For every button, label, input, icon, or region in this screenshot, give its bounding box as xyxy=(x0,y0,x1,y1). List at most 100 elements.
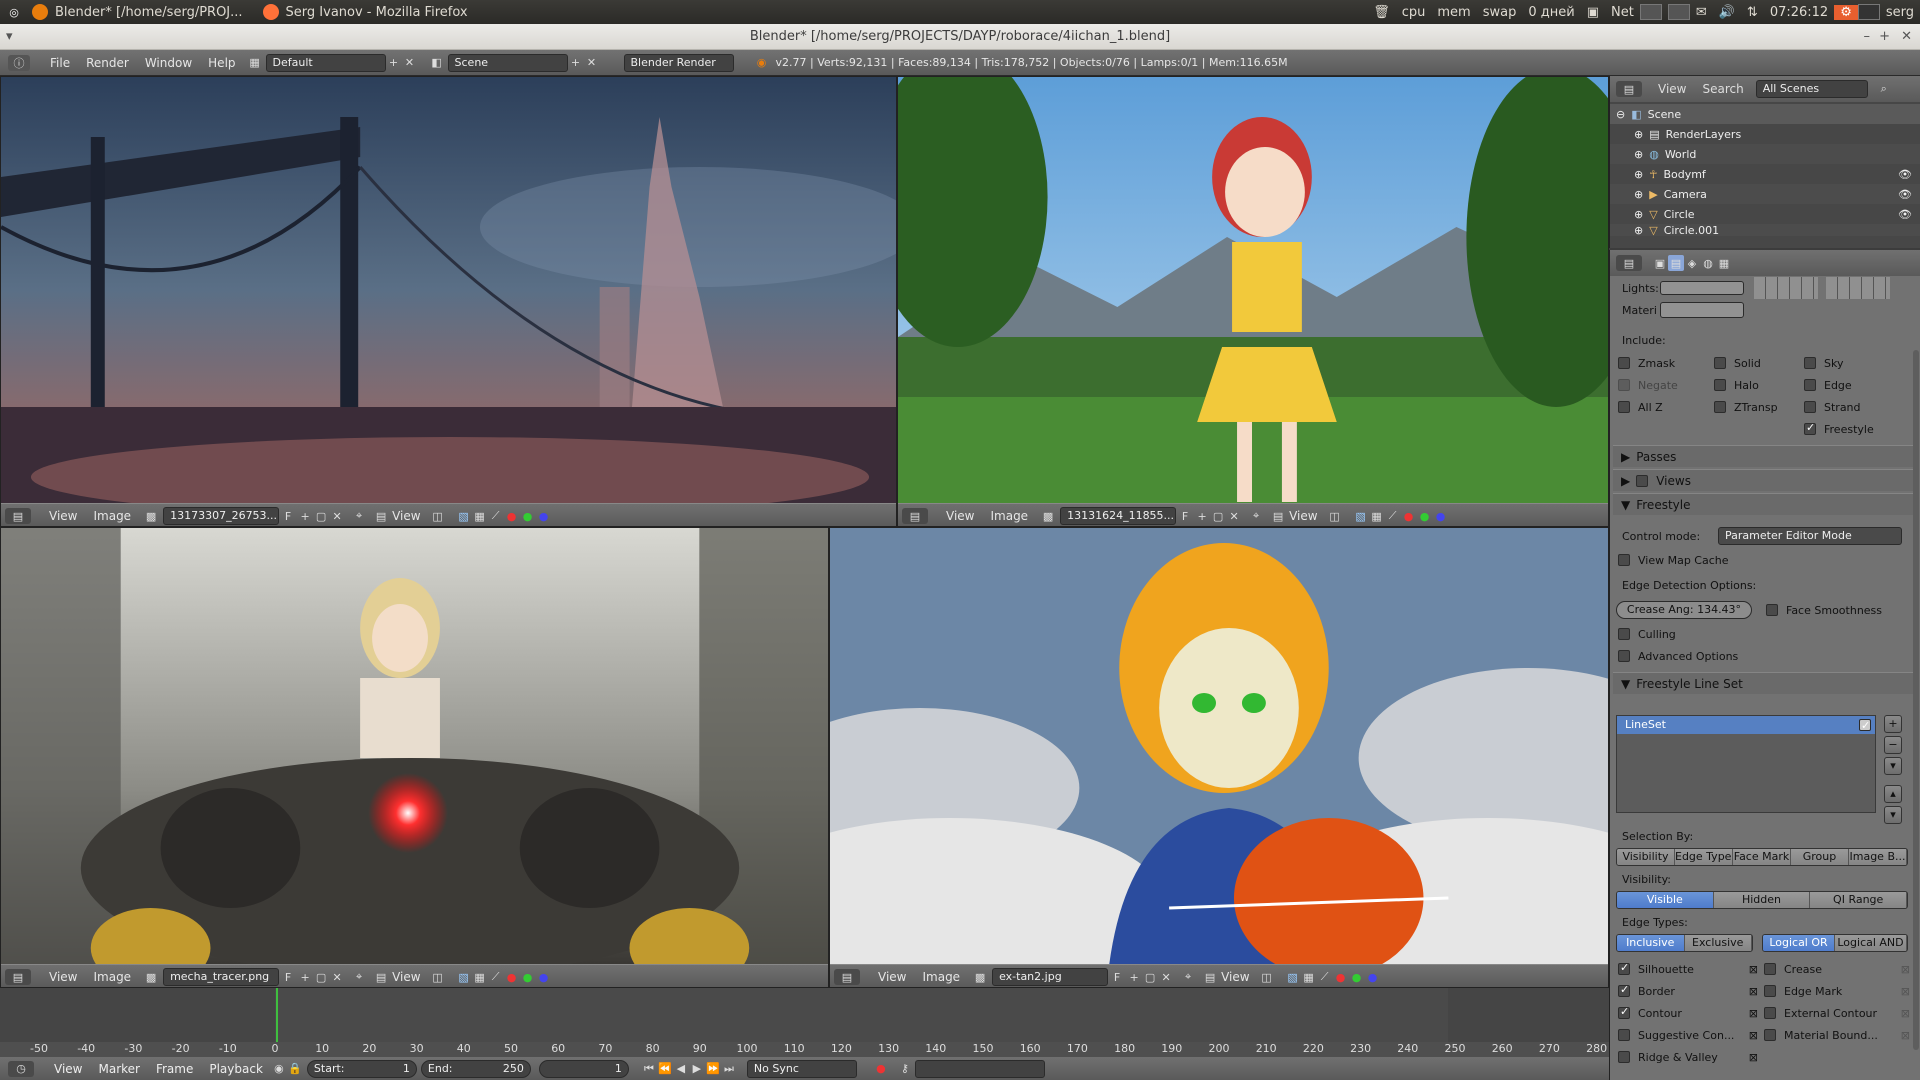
views-checkbox[interactable] xyxy=(1636,474,1649,487)
view-mode-icon[interactable]: ▤ xyxy=(1270,508,1286,524)
properties-editor-icon[interactable]: ▤ xyxy=(1616,255,1642,271)
checkbox[interactable] xyxy=(1764,1007,1776,1019)
jump-prev-key-icon[interactable]: ⏪ xyxy=(657,1061,673,1077)
checkbox[interactable] xyxy=(1618,1005,1630,1019)
menu-help[interactable]: Help xyxy=(200,56,243,70)
texture-tab-icon[interactable]: ▦ xyxy=(1716,255,1732,271)
checkbox[interactable] xyxy=(1618,1029,1630,1041)
checkbox[interactable] xyxy=(1618,650,1630,662)
checkbox[interactable] xyxy=(1618,983,1630,997)
lineset-item[interactable]: LineSet xyxy=(1617,716,1875,735)
editor-type-icon[interactable]: ▤ xyxy=(902,508,928,524)
checkbox[interactable] xyxy=(1804,421,1816,435)
keying-set-field[interactable] xyxy=(914,1059,1045,1078)
fake-user-toggle[interactable]: F xyxy=(279,969,297,985)
menu-window[interactable]: Window xyxy=(137,56,200,70)
checkbox[interactable] xyxy=(1764,963,1776,975)
scene-icon[interactable]: ◧ xyxy=(426,55,448,71)
red-channel-icon[interactable]: ● xyxy=(1333,969,1349,985)
image-open-icon[interactable]: ▢ xyxy=(313,969,329,985)
indicator-cpu[interactable]: cpu xyxy=(1396,5,1432,20)
lock-icon[interactable]: 🔒 xyxy=(287,1061,303,1077)
crease-angle-field[interactable]: Crease Ang: 134.43° xyxy=(1616,601,1752,619)
paint-icon[interactable]: ⟋ xyxy=(488,969,504,985)
play-icon[interactable]: ▶ xyxy=(689,1061,705,1077)
expand-icon[interactable]: ⊕ xyxy=(1634,208,1643,221)
network-arrows-icon[interactable]: ⇅ xyxy=(1741,5,1764,20)
indicator-net[interactable]: Net xyxy=(1605,5,1640,20)
menu-view[interactable]: View xyxy=(41,970,85,984)
editor-type-icon[interactable]: ▤ xyxy=(5,969,31,985)
visibility-eye-icon[interactable]: 👁 xyxy=(1898,188,1912,201)
lights-field[interactable] xyxy=(1660,281,1744,295)
menu-image[interactable]: Image xyxy=(85,509,139,523)
checker-icon[interactable]: ▦ xyxy=(472,508,488,524)
outliner-row-circle[interactable]: ⊕ ▽ Circle 👁 xyxy=(1610,204,1920,224)
view-map-cache-row[interactable]: View Map Cache xyxy=(1610,550,1920,570)
maximize-icon[interactable]: + xyxy=(1879,24,1890,50)
paint-icon[interactable]: ⟋ xyxy=(1317,969,1333,985)
image-name-field[interactable]: 13173307_26753... xyxy=(163,507,280,525)
menu-view[interactable]: View xyxy=(870,970,914,984)
fake-user-toggle[interactable]: F xyxy=(279,508,297,524)
edge-mode-logical-and[interactable]: Logical AND xyxy=(1835,935,1907,951)
pin-icon[interactable]: ⌖ xyxy=(1248,508,1264,524)
panel-icon[interactable] xyxy=(1857,4,1880,20)
outliner-row-bodymf[interactable]: ⊕ ☥ Bodymf 👁 xyxy=(1610,164,1920,184)
minimize-icon[interactable]: – xyxy=(1864,24,1871,50)
include-sky[interactable]: Sky xyxy=(1804,357,1843,370)
layer-grid-a[interactable] xyxy=(1754,277,1818,299)
exclude-x-icon[interactable]: ⊠ xyxy=(1901,1007,1910,1020)
image-editor-bottom-right[interactable]: ▤ View Image ▩ ex-tan2.jpg F + ▢ ✕ ⌖ ▤ V… xyxy=(829,527,1609,988)
expand-icon[interactable]: ⊕ xyxy=(1634,188,1643,201)
pin-icon[interactable]: ⌖ xyxy=(351,969,367,985)
ubuntu-logo-icon[interactable]: ◎ xyxy=(6,4,22,20)
exclude-x-icon[interactable]: ⊠ xyxy=(1749,1007,1758,1020)
image-unlink-icon[interactable]: ✕ xyxy=(1158,969,1174,985)
selection-tab-group[interactable]: Group xyxy=(1791,849,1849,865)
scene-tab-icon[interactable]: ◈ xyxy=(1684,255,1700,271)
include-negate[interactable]: Negate xyxy=(1618,379,1714,392)
image-add-icon[interactable]: + xyxy=(297,508,313,524)
layout-add-icon[interactable]: + xyxy=(386,55,402,71)
volume-icon[interactable]: 🔊 xyxy=(1713,5,1741,20)
indicator-swap[interactable]: swap xyxy=(1477,5,1523,20)
outliner-menu-view[interactable]: View xyxy=(1650,82,1694,96)
fake-user-toggle[interactable]: F xyxy=(1176,508,1194,524)
renderlayers-tab-icon[interactable]: ▤ xyxy=(1668,255,1684,271)
view-mode-select[interactable]: View xyxy=(1218,970,1252,984)
menu-view[interactable]: View xyxy=(938,509,982,523)
outliner-filter-select[interactable]: All Scenes xyxy=(1755,80,1868,98)
render-engine-select[interactable]: Blender Render xyxy=(623,53,734,72)
visibility-eye-icon[interactable]: 👁 xyxy=(1898,168,1912,181)
views-panel-header[interactable]: ▶ Views xyxy=(1613,469,1913,491)
timeline-track[interactable] xyxy=(0,988,1609,1042)
view-mode-icon[interactable]: ▤ xyxy=(373,969,389,985)
user-name[interactable]: serg xyxy=(1880,5,1920,20)
settings-icon[interactable]: ⚙ xyxy=(1834,4,1858,20)
snap-icon[interactable]: ▧ xyxy=(456,508,472,524)
editor-type-icon[interactable]: ▤ xyxy=(5,508,31,524)
image-browse-icon[interactable]: ▩ xyxy=(139,969,163,985)
checkbox[interactable] xyxy=(1804,357,1816,369)
draw-channels-icon[interactable]: ◫ xyxy=(430,508,446,524)
menu-render[interactable]: Render xyxy=(78,56,137,70)
image-name-field[interactable]: ex-tan2.jpg xyxy=(992,968,1109,986)
camera-icon[interactable]: ▣ xyxy=(1581,5,1605,20)
paint-icon[interactable]: ⟋ xyxy=(488,508,504,524)
edge-border[interactable]: Border ⊠ xyxy=(1618,980,1758,1002)
include-solid[interactable]: Solid xyxy=(1714,357,1804,370)
editor-type-icon[interactable]: ▤ xyxy=(834,969,860,985)
view-mode-icon[interactable]: ▤ xyxy=(1202,969,1218,985)
freestyle-panel-header[interactable]: ▼ Freestyle xyxy=(1613,493,1913,515)
scene-remove-icon[interactable]: ✕ xyxy=(584,55,600,71)
timeline-editor-icon[interactable]: ◷ xyxy=(8,1060,34,1077)
face-smoothness-toggle[interactable]: Face Smoothness xyxy=(1766,604,1882,617)
outliner-editor-icon[interactable]: ▤ xyxy=(1616,81,1642,97)
menu-image[interactable]: Image xyxy=(982,509,1036,523)
checkbox[interactable] xyxy=(1618,357,1630,369)
exclude-x-icon[interactable]: ⊠ xyxy=(1749,963,1758,976)
image-add-icon[interactable]: + xyxy=(297,969,313,985)
checkbox[interactable] xyxy=(1618,554,1630,566)
image-browse-icon[interactable]: ▩ xyxy=(139,508,163,524)
